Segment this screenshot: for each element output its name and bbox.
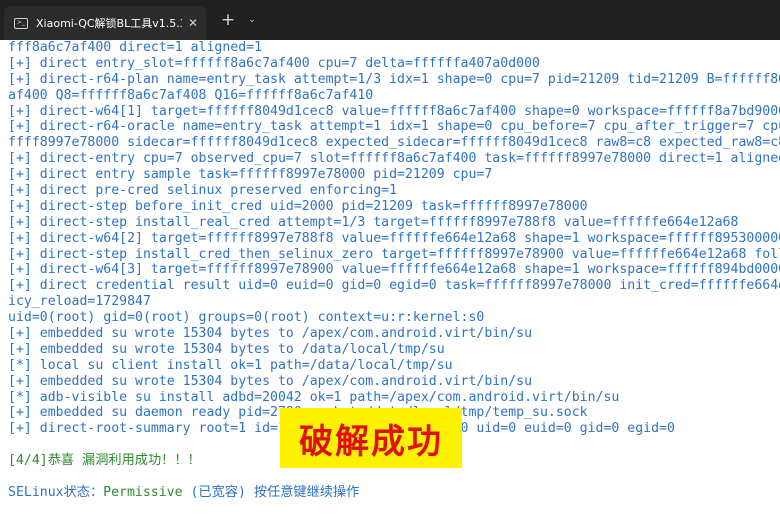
terminal-line: [+] direct-step before_init_cred uid=200… <box>8 198 588 214</box>
tab-title: Xiaomi-QC解锁BL工具v1.5.3 <box>36 17 182 30</box>
terminal-line: [*] local su client install ok=1 path=/d… <box>8 357 453 373</box>
terminal-line: [+] embedded su wrote 15304 bytes to /ap… <box>8 326 533 342</box>
terminal-icon: >_ <box>14 17 28 29</box>
terminal-line: [+] embedded su wrote 15304 bytes to /da… <box>8 341 445 357</box>
selinux-status-label: SELinux状态： <box>8 484 104 500</box>
terminal-line: [+] direct-w64[2] target=ffffff8997e788f… <box>8 230 780 246</box>
terminal-line: [+] direct pre-cred selinux preserved en… <box>8 183 398 199</box>
terminal-line: icy_reload=1729847 <box>8 294 151 310</box>
terminal-line: uid=0(root) gid=0(root) groups=0(root) c… <box>8 310 485 326</box>
tab-terminal[interactable]: >_ Xiaomi-QC解锁BL工具v1.5.3 ✕ <box>4 6 206 40</box>
terminal-line: [*] adb-visible su install adbd=20042 ok… <box>8 389 620 405</box>
chevron-down-icon[interactable]: ⌄ <box>242 10 262 30</box>
selinux-status-line: SELinux状态：Permissive (已宽容) 按任意键继续操作 <box>8 485 780 501</box>
terminal-line: [+] embedded su wrote 15304 bytes to /ap… <box>8 373 533 389</box>
selinux-status-suffix: (已宽容) 按任意键继续操作 <box>182 484 360 500</box>
window-titlebar: >_ Xiaomi-QC解锁BL工具v1.5.3 ✕ + ⌄ <box>0 0 780 40</box>
terminal-line: ffff8997e78000 sidecar=ffffff8049d1cec8 … <box>8 135 780 151</box>
terminal-line: af400 Q8=ffffff8a6c7af408 Q16=ffffff8a6c… <box>8 87 374 103</box>
terminal-line: [+] direct-r64-plan name=entry_task atte… <box>8 71 780 87</box>
terminal-line: [+] direct-r64-oracle name=entry_task at… <box>8 119 780 135</box>
terminal-line: [+] direct-step install_real_cred attemp… <box>8 214 739 230</box>
close-icon[interactable]: ✕ <box>182 16 204 30</box>
terminal-line: [+] direct entry sample task=ffffff8997e… <box>8 167 493 183</box>
success-banner: 破解成功 <box>280 408 462 468</box>
selinux-status-value: Permissive <box>103 484 183 500</box>
terminal-line: [+] direct-step install_cred_then_selinu… <box>8 246 780 262</box>
new-tab-button[interactable]: + <box>218 10 238 30</box>
terminal-line: [+] direct-entry cpu=7 observed_cpu=7 sl… <box>8 151 780 167</box>
terminal-line: [+] direct entry_slot=ffffff8a6c7af400 c… <box>8 55 540 71</box>
terminal-line: fff8a6c7af400 direct=1 aligned=1 <box>8 40 263 55</box>
terminal-line: [+] direct-w64[3] target=ffffff8997e7890… <box>8 262 780 278</box>
terminal-line: [+] direct-w64[1] target=ffffff8049d1cec… <box>8 103 780 119</box>
terminal-line: [+] direct credential result uid=0 euid=… <box>8 278 780 294</box>
